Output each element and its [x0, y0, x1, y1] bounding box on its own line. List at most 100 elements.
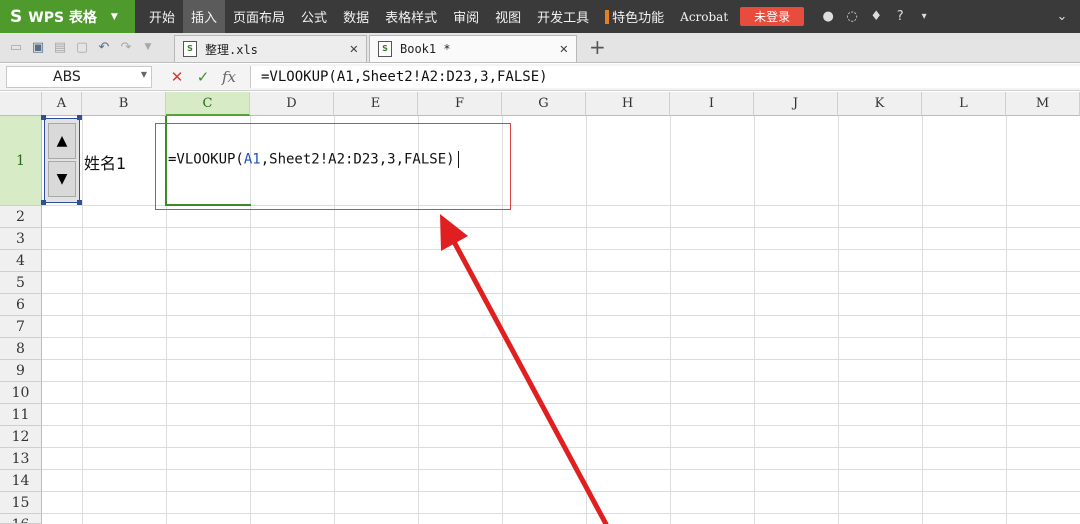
- column-header-h[interactable]: H: [586, 92, 670, 116]
- formula-bar: ABS ▼ ✕ ✓ fx =VLOOKUP(A1,Sheet2!A2:D23,3…: [0, 64, 1080, 91]
- row-header-9[interactable]: 9: [0, 360, 42, 382]
- row-header-10[interactable]: 10: [0, 382, 42, 404]
- spinner-up-button[interactable]: ▲: [48, 123, 76, 159]
- chevron-down-icon[interactable]: ⌄: [1050, 9, 1074, 24]
- app-name: WPS 表格: [28, 9, 97, 26]
- row-header-13[interactable]: 13: [0, 448, 42, 470]
- column-header-a[interactable]: A: [42, 92, 82, 116]
- chevron-down-icon[interactable]: ▾: [912, 11, 936, 22]
- column-header-b[interactable]: B: [82, 92, 166, 116]
- grid-line: [838, 116, 839, 524]
- menu-special-features-label: 特色功能: [612, 11, 665, 26]
- row-header-11[interactable]: 11: [0, 404, 42, 426]
- wps-logo-icon: S: [10, 6, 23, 27]
- grid-line: [42, 271, 1080, 272]
- spinner-down-button[interactable]: ▼: [48, 161, 76, 197]
- menu-view[interactable]: 视图: [487, 0, 529, 33]
- menu-review[interactable]: 审阅: [445, 0, 487, 33]
- checkmark-icon[interactable]: ✓: [190, 68, 216, 86]
- tab-zhengli-xls[interactable]: S 整理.xls ✕: [174, 35, 367, 62]
- column-header-j[interactable]: J: [754, 92, 838, 116]
- menu-table-style[interactable]: 表格样式: [377, 0, 445, 33]
- row-header-14[interactable]: 14: [0, 470, 42, 492]
- menu-developer[interactable]: 开发工具: [529, 0, 597, 33]
- row-header-2[interactable]: 2: [0, 206, 42, 228]
- print-icon[interactable]: ▤: [50, 38, 70, 56]
- menu-bar: S WPS 表格 ▼ 开始 插入 页面布局 公式 数据 表格样式 审阅 视图 开…: [0, 0, 1080, 33]
- row-header-4[interactable]: 4: [0, 250, 42, 272]
- close-icon[interactable]: ✕: [350, 41, 358, 57]
- close-icon[interactable]: ✕: [560, 41, 568, 57]
- undo-icon[interactable]: ↶: [94, 38, 114, 56]
- menu-page-layout[interactable]: 页面布局: [225, 0, 293, 33]
- quick-access-toolbar: ▭ ▣ ▤ ▢ ↶ ↷ ▼: [0, 32, 160, 62]
- column-header-l[interactable]: L: [922, 92, 1006, 116]
- row-header-15[interactable]: 15: [0, 492, 42, 514]
- menu-home[interactable]: 开始: [141, 0, 183, 33]
- row-header-7[interactable]: 7: [0, 316, 42, 338]
- row-header-3[interactable]: 3: [0, 228, 42, 250]
- selection-handle[interactable]: [77, 115, 82, 120]
- save-icon[interactable]: ▣: [28, 38, 48, 56]
- tab-book1[interactable]: S Book1 * ✕: [369, 35, 577, 62]
- chevron-down-icon[interactable]: ▼: [138, 38, 158, 56]
- selection-handle[interactable]: [77, 200, 82, 205]
- column-header-f[interactable]: F: [418, 92, 502, 116]
- sync-icon[interactable]: ◌: [840, 9, 864, 24]
- cancel-icon[interactable]: ✕: [164, 68, 190, 86]
- column-header-d[interactable]: D: [250, 92, 334, 116]
- spinner-control[interactable]: ▲ ▼: [44, 118, 80, 203]
- name-box-value: ABS: [53, 69, 81, 85]
- menu-data[interactable]: 数据: [335, 0, 377, 33]
- row-header-16[interactable]: 16: [0, 514, 42, 524]
- row-header-5[interactable]: 5: [0, 272, 42, 294]
- row-header-8[interactable]: 8: [0, 338, 42, 360]
- selection-handle[interactable]: [41, 115, 46, 120]
- grid-line: [42, 403, 1080, 404]
- row-header-1[interactable]: 1: [0, 116, 42, 206]
- selection-handle[interactable]: [41, 200, 46, 205]
- column-header-c[interactable]: C: [166, 92, 250, 116]
- document-tab-row: ▭ ▣ ▤ ▢ ↶ ↷ ▼ S 整理.xls ✕ S Book1 * ✕ +: [0, 33, 1080, 63]
- grid-line: [42, 425, 1080, 426]
- grid-line: [586, 116, 587, 524]
- column-header-i[interactable]: I: [670, 92, 754, 116]
- grid-line: [42, 447, 1080, 448]
- menu-insert[interactable]: 插入: [183, 0, 226, 33]
- triangle-down-icon: ▼: [56, 171, 68, 187]
- select-all-corner[interactable]: [0, 92, 42, 116]
- menu-special-features[interactable]: 特色功能: [597, 0, 672, 33]
- row-header-12[interactable]: 12: [0, 426, 42, 448]
- grid-line: [42, 249, 1080, 250]
- cell-b1[interactable]: 姓名1: [84, 150, 126, 174]
- chevron-down-icon[interactable]: ▼: [141, 70, 147, 79]
- feature-marker-icon: [605, 9, 610, 24]
- menu-formulas[interactable]: 公式: [293, 0, 335, 33]
- grid-line: [42, 513, 1080, 514]
- column-header-k[interactable]: K: [838, 92, 922, 116]
- menu-acrobat[interactable]: Acrobat: [672, 0, 736, 33]
- print-preview-icon[interactable]: ▢: [72, 38, 92, 56]
- column-header-g[interactable]: G: [502, 92, 586, 116]
- column-header-e[interactable]: E: [334, 92, 418, 116]
- spreadsheet-file-icon: S: [378, 41, 392, 57]
- open-folder-icon[interactable]: ▭: [6, 38, 26, 56]
- app-menu-button[interactable]: S WPS 表格 ▼: [0, 0, 135, 33]
- name-box[interactable]: ABS ▼: [6, 66, 152, 88]
- help-icon[interactable]: ?: [888, 9, 912, 24]
- annotation-highlight-box: [155, 123, 511, 210]
- tab-label: 整理.xls: [205, 42, 258, 57]
- formula-input[interactable]: =VLOOKUP(A1,Sheet2!A2:D23,3,FALSE): [250, 66, 1080, 88]
- redo-icon[interactable]: ↷: [116, 38, 136, 56]
- grid-line: [42, 381, 1080, 382]
- grid-line: [670, 116, 671, 524]
- skin-icon[interactable]: ●: [816, 9, 840, 24]
- row-header-6[interactable]: 6: [0, 294, 42, 316]
- grid-line: [42, 359, 1080, 360]
- column-header-m[interactable]: M: [1006, 92, 1080, 116]
- shirt-icon[interactable]: ♦: [864, 9, 888, 24]
- login-button[interactable]: 未登录: [740, 7, 805, 26]
- insert-function-icon[interactable]: fx: [216, 68, 242, 86]
- chevron-down-icon: ▼: [110, 11, 118, 22]
- new-tab-button[interactable]: +: [589, 32, 606, 62]
